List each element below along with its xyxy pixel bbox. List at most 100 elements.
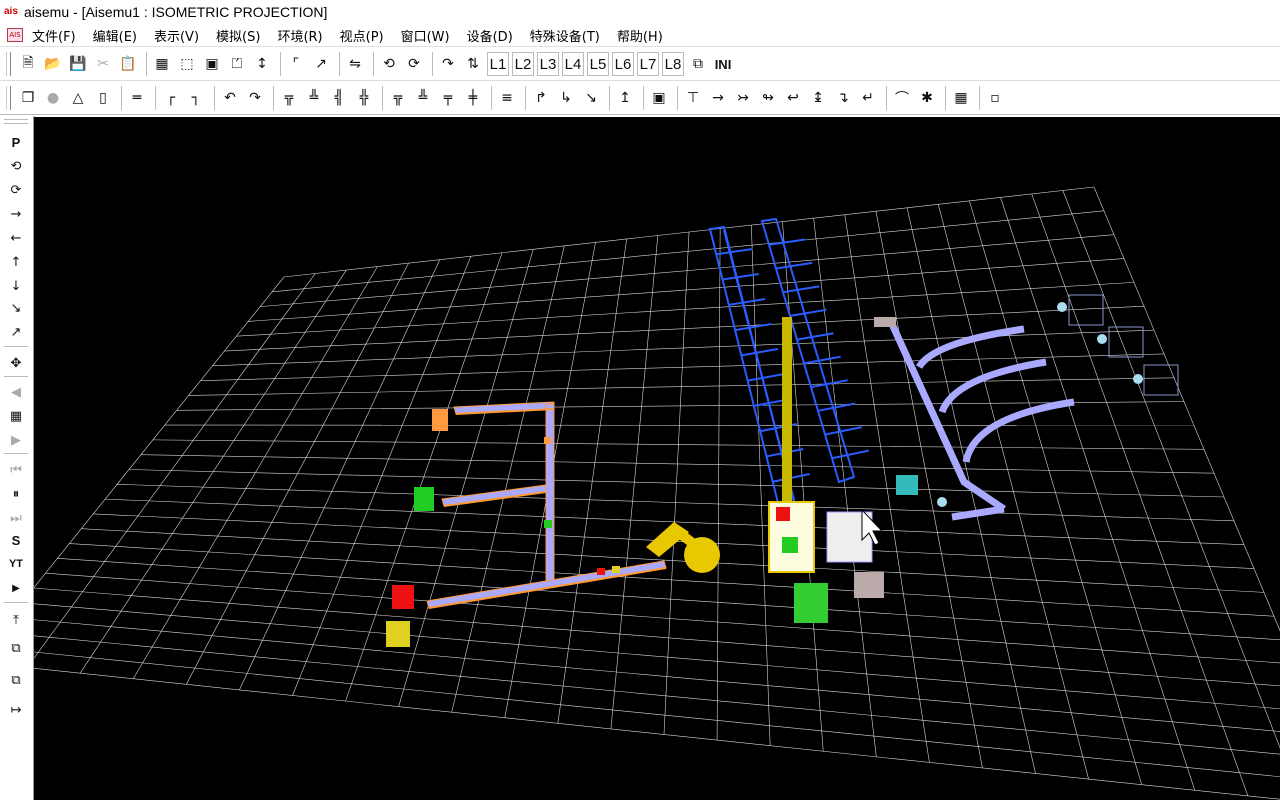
new-file-icon[interactable]: 🗎 — [17, 52, 39, 76]
menu-help[interactable]: 帮助(H) — [617, 26, 663, 45]
paste-icon[interactable]: 📋 — [117, 52, 139, 76]
rotate-ccw-icon[interactable]: ⟲ — [6, 156, 26, 176]
conveyor-tool-icon[interactable]: ⌜ — [285, 52, 307, 76]
lift-up-icon[interactable]: ⤒ — [6, 610, 26, 630]
straight-conveyor-icon[interactable]: ═ — [126, 86, 148, 110]
gate-icon[interactable]: ↬ — [757, 86, 779, 110]
expand-icon[interactable]: ↗ — [6, 322, 26, 342]
menu-special-device[interactable]: 特殊设备(T) — [530, 26, 600, 45]
signal-icon[interactable]: ↩ — [782, 86, 804, 110]
sensor-icon[interactable]: → — [707, 86, 729, 110]
layer-l3-button[interactable]: L3 — [537, 52, 559, 76]
rack-icon[interactable]: ▦ — [950, 86, 972, 110]
menu-edit[interactable]: 编辑(E) — [93, 26, 137, 45]
branch-up-icon[interactable]: ╤ — [437, 86, 459, 110]
step-back-icon[interactable]: ⏮ — [6, 460, 26, 480]
position-button[interactable]: P — [6, 132, 26, 152]
layers-icon[interactable]: ⧉ — [687, 52, 709, 76]
shrink-icon[interactable]: ↘ — [6, 298, 26, 318]
corner-conveyor-right-icon[interactable]: ┐ — [185, 86, 207, 110]
menu-viewpoint[interactable]: 视点(P) — [340, 26, 384, 45]
speed-s-button[interactable]: S — [6, 530, 26, 550]
curve-conveyor-left-icon[interactable]: ↶ — [219, 86, 241, 110]
box-icon[interactable]: ❐ — [17, 86, 39, 110]
auto-run-icon[interactable]: ▶ — [6, 578, 26, 598]
connect-tool-icon[interactable]: ⇋ — [344, 52, 366, 76]
move-down-icon[interactable]: ↓ — [6, 276, 26, 296]
move-up-icon[interactable]: ↑ — [6, 252, 26, 272]
move-all-icon[interactable]: ✥ — [6, 353, 26, 373]
cone-icon[interactable]: △ — [67, 86, 89, 110]
yt-button[interactable]: YT — [6, 554, 26, 574]
curve-conveyor-right-icon[interactable]: ↷ — [244, 86, 266, 110]
layer-l7-button[interactable]: L7 — [637, 52, 659, 76]
curve-tool-icon[interactable]: ↷ — [437, 52, 459, 76]
sphere-icon[interactable]: ● — [42, 86, 64, 110]
vertical-move-icon[interactable]: ↕ — [251, 52, 273, 76]
stack-icon[interactable]: ≡ — [496, 86, 518, 110]
menu-environment[interactable]: 环境(R) — [277, 26, 322, 45]
pusher-icon[interactable]: ↳ — [555, 86, 577, 110]
menu-file[interactable]: 文件(F) — [32, 26, 76, 45]
menu-device[interactable]: 设备(D) — [467, 26, 513, 45]
play-back-icon[interactable]: ◀ — [6, 382, 26, 402]
rotate-cw-icon[interactable]: ⟳ — [6, 180, 26, 200]
stopper-icon[interactable]: ↣ — [732, 86, 754, 110]
rotate-right-icon[interactable]: ⟳ — [403, 52, 425, 76]
open-folder-icon[interactable]: 📂 — [42, 52, 64, 76]
timer-icon[interactable]: ↨ — [807, 86, 829, 110]
step-pause-icon[interactable]: ⏸ — [6, 484, 26, 504]
play-icon[interactable]: ▶ — [6, 430, 26, 450]
pick-tool-icon[interactable]: ↗ — [310, 52, 332, 76]
isometric-scene[interactable] — [34, 117, 1280, 800]
menu-window[interactable]: 窗口(W) — [401, 26, 450, 45]
layer-l6-button[interactable]: L6 — [612, 52, 634, 76]
grid-icon[interactable]: ▦ — [151, 52, 173, 76]
worker-icon[interactable]: ✱ — [916, 86, 938, 110]
menu-view[interactable]: 表示(V) — [154, 26, 199, 45]
cut-icon[interactable]: ✂ — [92, 52, 114, 76]
split-conveyor-icon[interactable]: ╩ — [303, 86, 325, 110]
ini-button[interactable]: INI — [712, 52, 734, 76]
menu-simulate[interactable]: 模拟(S) — [216, 26, 260, 45]
stop-icon[interactable]: ▦ — [6, 406, 26, 426]
branch-conveyor-icon[interactable]: ╦ — [387, 86, 409, 110]
lift-tool-icon[interactable]: ⇅ — [462, 52, 484, 76]
transfer-cross-icon[interactable]: ╬ — [353, 86, 375, 110]
copy-device-icon[interactable]: ⧉ — [6, 638, 26, 658]
save-icon[interactable]: 💾 — [67, 52, 89, 76]
layer-l4-button[interactable]: L4 — [562, 52, 584, 76]
select-rect-icon[interactable]: ⬚ — [176, 52, 198, 76]
elevator-icon[interactable]: ↱ — [530, 86, 552, 110]
step-forward-icon[interactable]: ⏭ — [6, 508, 26, 528]
snap-icon[interactable]: ⏍ — [226, 52, 248, 76]
move-right-icon[interactable]: → — [6, 204, 26, 224]
counter-icon[interactable]: ↴ — [832, 86, 854, 110]
return-icon[interactable]: ↵ — [857, 86, 879, 110]
control-panel-icon[interactable]: ▣ — [648, 86, 670, 110]
branch-cross-icon[interactable]: ╪ — [462, 86, 484, 110]
toolbar-grip[interactable] — [6, 52, 11, 76]
pallet-icon[interactable]: ▫ — [984, 86, 1006, 110]
branch-down-icon[interactable]: ╩ — [412, 86, 434, 110]
move-left-icon[interactable]: ← — [6, 228, 26, 248]
toolbar-grip[interactable] — [6, 86, 11, 110]
diverter-icon[interactable]: ↘ — [580, 86, 602, 110]
layer-l2-button[interactable]: L2 — [512, 52, 534, 76]
agv-rail-icon[interactable]: ⊤ — [682, 86, 704, 110]
merge-conveyor-icon[interactable]: ╦ — [278, 86, 300, 110]
layer-l1-button[interactable]: L1 — [487, 52, 509, 76]
measure-icon[interactable]: ↦ — [6, 700, 26, 720]
layer-l8-button[interactable]: L8 — [662, 52, 684, 76]
stacker-crane-icon[interactable]: ↥ — [614, 86, 636, 110]
select-all-icon[interactable]: ▣ — [201, 52, 223, 76]
link-device-icon[interactable]: ⧉ — [6, 670, 26, 690]
rotate-left-icon[interactable]: ⟲ — [378, 52, 400, 76]
robot-arm-icon[interactable]: ⌒ — [891, 86, 913, 110]
cylinder-icon[interactable]: ▯ — [92, 86, 114, 110]
layer-l5-button[interactable]: L5 — [587, 52, 609, 76]
corner-conveyor-left-icon[interactable]: ┌ — [160, 86, 182, 110]
document-icon[interactable]: AIS — [7, 28, 23, 42]
3d-viewport[interactable] — [34, 117, 1280, 800]
transfer-left-icon[interactable]: ╣ — [328, 86, 350, 110]
